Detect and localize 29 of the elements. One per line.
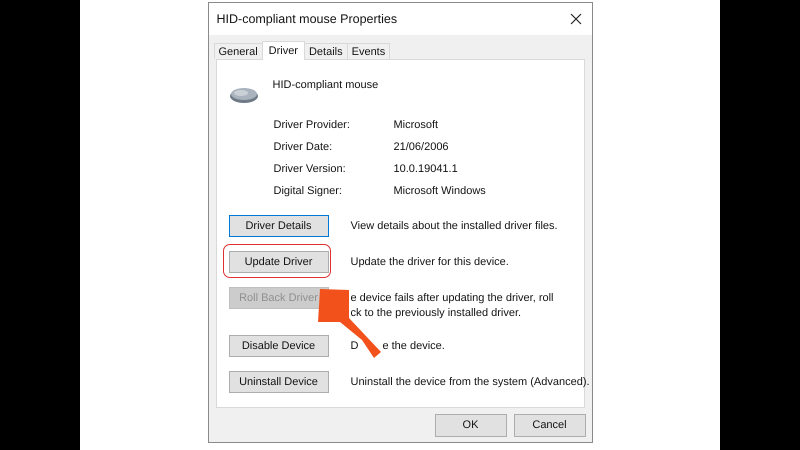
description-text: ck to the previously installed driver. — [350, 306, 522, 321]
property-label: Driver Provider: — [274, 118, 351, 132]
description-text: e the device. — [382, 339, 445, 354]
description-text: D — [350, 339, 358, 354]
property-value: Microsoft Windows — [394, 184, 487, 198]
action-button: Roll Back Driver — [228, 287, 328, 309]
property-value: 21/06/2006 — [394, 140, 450, 154]
action-button[interactable]: Uninstall Device — [228, 371, 328, 393]
description-text: Uninstall the device from the system (Advanced). — [350, 375, 590, 390]
property-label: Driver Date: — [274, 140, 334, 154]
window-title: HID-compliant mouse Properties — [216, 12, 398, 26]
action-button[interactable]: Driver Details — [228, 215, 328, 237]
property-label: Digital Signer: — [274, 184, 343, 198]
tab[interactable]: General — [214, 43, 263, 59]
description-text: Update the driver for this device. — [350, 255, 509, 270]
property-value: 10.0.19041.1 — [394, 162, 459, 176]
tab[interactable]: Events — [346, 43, 390, 59]
description-text: e device fails after updating the driver, roll — [350, 291, 554, 306]
mouse-icon — [228, 86, 258, 104]
property-value: Microsoft — [394, 118, 440, 132]
action-button[interactable]: Update Driver — [228, 251, 328, 273]
close-icon[interactable] — [570, 13, 582, 25]
dialog-button[interactable]: Cancel — [514, 414, 586, 436]
device-name: HID-compliant mouse — [272, 79, 378, 91]
action-button[interactable]: Disable Device — [228, 335, 328, 357]
property-label: Driver Version: — [274, 162, 347, 176]
dialog-button[interactable]: OK — [434, 414, 506, 436]
description-text: View details about the installed driver files. — [350, 219, 558, 234]
tab[interactable]: Driver — [262, 41, 305, 60]
